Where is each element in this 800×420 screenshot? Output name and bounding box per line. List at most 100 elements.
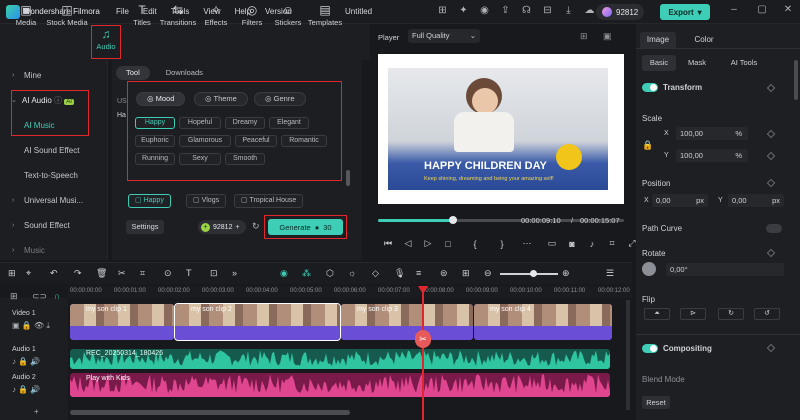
account-icon[interactable]: ◉: [479, 5, 490, 16]
microphone-icon[interactable]: 🎙: [394, 268, 405, 279]
tab-genre[interactable]: ◎ Genre: [254, 92, 306, 106]
speed-icon[interactable]: ⊙: [164, 268, 172, 279]
sidebar-item-ai-audio[interactable]: ⌄ AI Audio ⓘ AI: [8, 91, 84, 111]
mood-peaceful[interactable]: Peaceful: [235, 135, 277, 147]
compositing-toggle[interactable]: [642, 344, 658, 353]
rotate-cw-icon[interactable]: ↻: [718, 308, 744, 320]
rotate-field[interactable]: 0,00°: [666, 263, 784, 276]
tab-stock-media[interactable]: ◫ Stock Media: [45, 2, 89, 34]
cloud-icon[interactable]: ☁: [584, 5, 595, 16]
video-clip[interactable]: my son clip 2: [174, 303, 341, 341]
crop-icon[interactable]: ⌗: [602, 238, 622, 249]
mood-sexy[interactable]: Sexy: [179, 153, 221, 165]
generate-button[interactable]: Generate ● 30: [268, 219, 343, 235]
mood-glamorous[interactable]: Glamorous: [179, 135, 231, 147]
mood-elegant[interactable]: Elegant: [269, 117, 309, 129]
timeline-vscrollbar[interactable]: [626, 300, 630, 410]
path-curve-toggle[interactable]: [766, 224, 782, 233]
mood-smooth[interactable]: Smooth: [225, 153, 265, 165]
rotate-ccw-icon[interactable]: ↺: [754, 308, 780, 320]
subtab-basic[interactable]: Basic: [642, 55, 676, 71]
tab-titles[interactable]: T Titles: [122, 2, 162, 34]
more-icon[interactable]: ⋯: [512, 238, 542, 249]
tag-vlogs[interactable]: ▢ Vlogs: [186, 194, 227, 208]
maximize-icon[interactable]: ▢: [754, 4, 770, 15]
tab-color[interactable]: Color: [686, 32, 722, 48]
scale-x-field[interactable]: 100,00%: [676, 127, 748, 140]
voiceover-icon[interactable]: ≡: [416, 268, 421, 278]
scale-y-field[interactable]: 100,00%: [676, 149, 748, 162]
magnet-icon[interactable]: ∩: [54, 291, 60, 301]
track-video-controls[interactable]: ▣ 🔒 👁 ⤓: [12, 321, 50, 331]
video-clip[interactable]: my son clip 1: [70, 304, 174, 340]
prev-frame-icon[interactable]: ◁: [398, 238, 418, 249]
quality-select[interactable]: Full Quality ⌄: [408, 29, 480, 43]
sidebar-item-sound-effect[interactable]: › Sound Effect: [8, 216, 100, 236]
zoom-out-icon[interactable]: ⊖: [484, 268, 492, 279]
stop-icon[interactable]: □: [438, 239, 458, 249]
cut-icon[interactable]: ✂: [118, 268, 126, 279]
snap-icon[interactable]: ⁂: [302, 268, 311, 279]
close-icon[interactable]: ✕: [780, 4, 796, 15]
transform-toggle[interactable]: [642, 83, 658, 92]
play-icon[interactable]: ▷: [418, 238, 438, 249]
text-icon[interactable]: T: [186, 268, 192, 278]
rotate-dial[interactable]: [642, 262, 656, 276]
audio-clip-2[interactable]: Play with Kids: [70, 373, 610, 397]
mark-in-icon[interactable]: {: [458, 239, 492, 249]
lock-ratio-icon[interactable]: 🔒: [642, 140, 653, 151]
flip-horizontal-icon[interactable]: ⏶: [644, 308, 670, 320]
volume-icon[interactable]: ♪: [582, 239, 602, 249]
tab-downloads[interactable]: Downloads: [156, 66, 213, 80]
subtab-mask[interactable]: Mask: [680, 55, 714, 71]
sidebar-item-music[interactable]: › Music: [8, 241, 100, 261]
camera-icon[interactable]: ◙: [562, 239, 582, 249]
track-audio2-controls[interactable]: ♪ 🔒 🔊: [12, 385, 40, 394]
export-button[interactable]: Export ▾: [660, 4, 710, 20]
track-audio1-controls[interactable]: ♪ 🔒 🔊: [12, 357, 40, 366]
mood-happy[interactable]: Happy: [135, 117, 175, 129]
settings-button[interactable]: Settings: [126, 220, 164, 234]
gift-icon[interactable]: ⊞: [437, 5, 448, 16]
upload-icon[interactable]: ⇪: [500, 5, 511, 16]
timeline-menu-icon[interactable]: ☰: [606, 268, 614, 279]
delete-icon[interactable]: 🗑: [96, 268, 107, 279]
playback-knob[interactable]: [449, 216, 457, 224]
zoom-knob[interactable]: [530, 270, 537, 277]
timeline-scrollbar[interactable]: [70, 410, 350, 415]
select-icon[interactable]: ⌖: [26, 268, 31, 279]
video-clip[interactable]: my son clip 3: [341, 304, 473, 340]
support-icon[interactable]: ☊: [521, 5, 532, 16]
playhead[interactable]: [422, 286, 424, 420]
inspector-scrollbar[interactable]: [794, 60, 798, 100]
video-clip[interactable]: my son clip 4: [474, 304, 612, 340]
sun-icon[interactable]: ☼: [348, 268, 356, 278]
layout-icon[interactable]: ⊞: [8, 268, 16, 279]
mood-romantic[interactable]: Romantic: [281, 135, 327, 147]
download-icon[interactable]: ⤓: [563, 5, 574, 16]
link-icon[interactable]: ⊂⊃: [32, 291, 47, 302]
panel-scrollbar[interactable]: [346, 170, 350, 186]
tab-transitions[interactable]: ⇆ Transitions: [158, 2, 198, 34]
mood-running[interactable]: Running: [135, 153, 175, 165]
zoom-in-icon[interactable]: ⊕: [562, 268, 570, 279]
credits-badge[interactable]: 92812: [596, 4, 645, 20]
position-x-field[interactable]: 0,00 px: [652, 194, 708, 207]
undo-icon[interactable]: ↶: [50, 268, 58, 279]
tag-tropical-house[interactable]: ▢ Tropical House: [234, 194, 304, 208]
tab-mood[interactable]: ◎ Mood: [136, 92, 186, 106]
refresh-icon[interactable]: ↻: [252, 221, 260, 232]
zoom-slider[interactable]: [500, 273, 558, 275]
reset-button[interactable]: Reset: [642, 396, 670, 409]
redo-icon[interactable]: ↷: [74, 268, 82, 279]
sidebar-item-text-to-speech[interactable]: Text-to-Speech: [8, 166, 100, 186]
mood-dreamy[interactable]: Dreamy: [225, 117, 265, 129]
sidebar-item-universal-music[interactable]: › Universal Musi...: [8, 191, 100, 211]
split-scissors-icon[interactable]: ✂: [415, 330, 431, 348]
sidebar-item-ai-music[interactable]: AI Music: [8, 116, 100, 136]
mood-euphoric[interactable]: Euphoric: [135, 135, 175, 147]
position-y-field[interactable]: 0,00 px: [728, 194, 784, 207]
sidebar-item-mine[interactable]: › Mine: [8, 66, 100, 86]
adjust-icon[interactable]: ⊡: [210, 268, 218, 279]
add-icon[interactable]: +: [34, 407, 39, 416]
